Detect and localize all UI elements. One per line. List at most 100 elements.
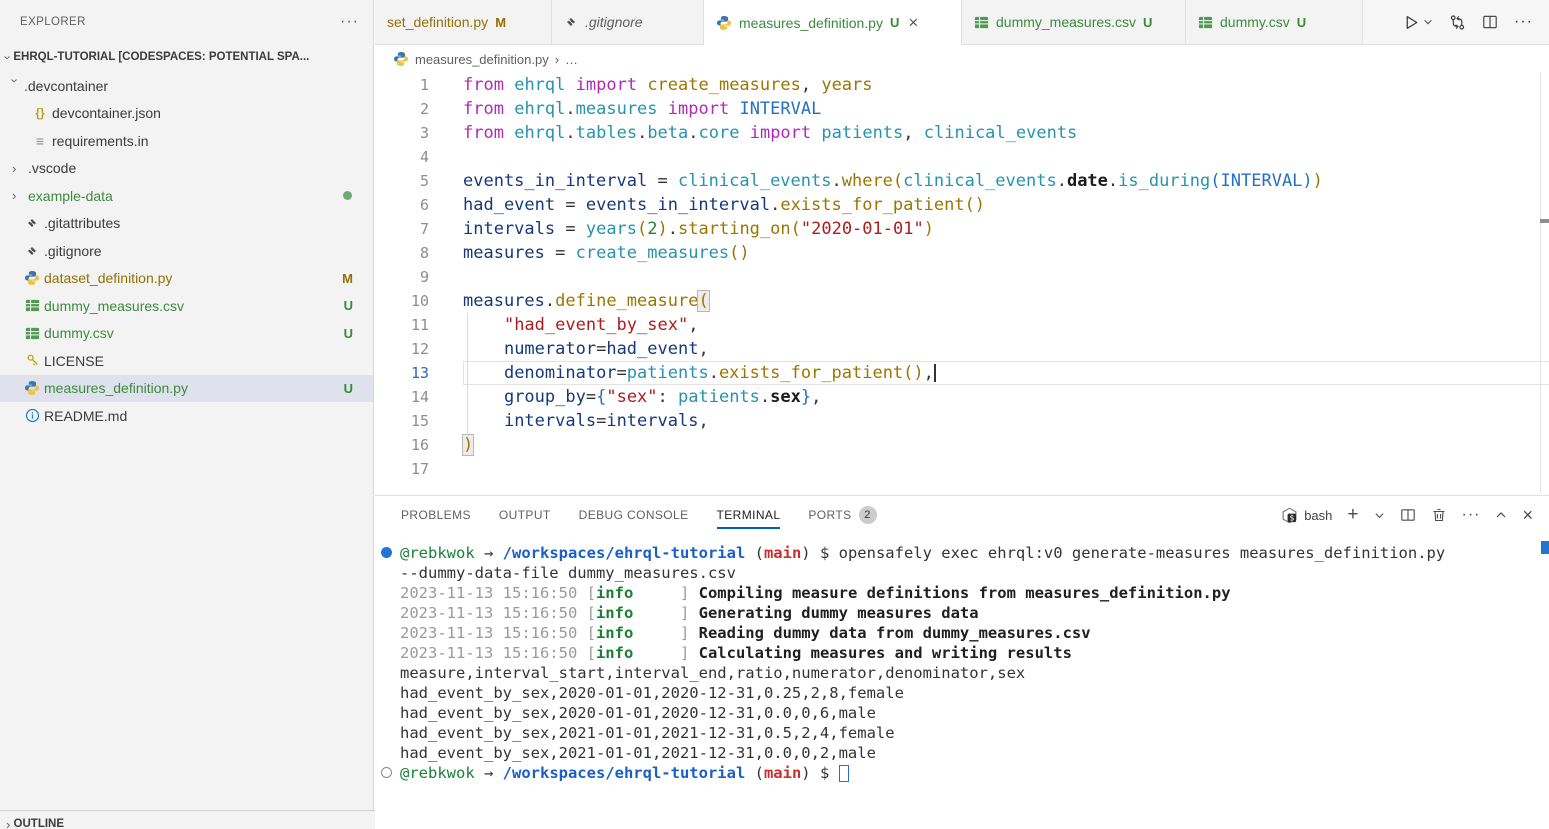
code-text: intervals = years(2).starting_on("2020-0… — [463, 217, 1549, 241]
code-line-5[interactable]: 5events_in_interval = clinical_events.wh… — [375, 169, 1549, 193]
tree-item--devcontainer[interactable]: ›.devcontainer — [0, 72, 373, 100]
tree-item-license[interactable]: LICENSE — [0, 347, 373, 375]
code-line-8[interactable]: 8 measures = create_measures() — [375, 241, 1549, 265]
code-line-10[interactable]: 10measures.define_measure( — [375, 289, 1549, 313]
panel-tab-terminal[interactable]: TERMINAL — [717, 496, 781, 534]
code-line-11[interactable]: 11 "had_event_by_sex", — [375, 313, 1549, 337]
close-tab-icon[interactable]: × — [908, 14, 918, 31]
tab-measures-definition-py[interactable]: measures_definition.pyU× — [704, 0, 962, 45]
tree-item-dummy-csv[interactable]: dummy.csvU — [0, 320, 373, 348]
panel-tab-label: OUTPUT — [499, 508, 551, 522]
editor-more-actions-icon[interactable]: ··· — [1514, 13, 1533, 31]
code-line-4[interactable]: 4 — [375, 145, 1549, 169]
chevron-down-icon[interactable]: › — [8, 79, 23, 93]
code-line-14[interactable]: 14 group_by={"sex": patients.sex}, — [375, 385, 1549, 409]
tab-git-status-badge: U — [1297, 15, 1306, 30]
tree-item-label: dummy_measures.csv — [44, 298, 184, 314]
terminal-line: --dummy-data-file dummy_measures.csv — [400, 563, 1549, 583]
line-number: 17 — [375, 457, 429, 481]
run-python-file-button[interactable] — [1403, 14, 1433, 31]
tree-item-label: .vscode — [28, 160, 76, 176]
editor-group: set_definition.py M .gitignoremeasures_def… — [375, 0, 1549, 829]
code-text: intervals=intervals, — [463, 409, 1549, 433]
git-compare-icon[interactable] — [1449, 14, 1466, 31]
tree-item-dummy-measures-csv[interactable]: dummy_measures.csv U — [0, 292, 373, 320]
git-status-badge: U — [344, 298, 353, 313]
terminal-launch-dropdown[interactable] — [1374, 510, 1385, 521]
code-text — [463, 265, 1549, 289]
panel-tab-debug-console[interactable]: DEBUG CONSOLE — [579, 496, 689, 534]
outline-section-header[interactable]: › OUTLINE — [0, 810, 380, 829]
line-number: 8 — [375, 241, 429, 265]
tree-item--gitattributes[interactable]: .gitattributes — [0, 210, 373, 238]
tree-item-devcontainer-json[interactable]: {}devcontainer.json — [0, 100, 373, 128]
panel-tab-label: TERMINAL — [717, 508, 781, 522]
tab-label: set_definition.py — [387, 14, 488, 30]
tab--gitignore[interactable]: .gitignore — [552, 0, 704, 45]
code-editor[interactable]: 1from ehrql import create_measures, year… — [375, 73, 1549, 493]
line-number: 2 — [375, 97, 429, 121]
explorer-sidebar: EXPLORER ··· › EHRQL-TUTORIAL [CODESPACE… — [0, 0, 374, 829]
code-line-15[interactable]: 15 intervals=intervals, — [375, 409, 1549, 433]
terminal-shell-label: bash — [1304, 508, 1332, 523]
tree-item-dataset-definition-py[interactable]: dataset_definition.py M — [0, 265, 373, 293]
code-line-16[interactable]: 16) — [375, 433, 1549, 457]
code-line-7[interactable]: 7intervals = years(2).starting_on("2020-… — [375, 217, 1549, 241]
terminal-line: had_event_by_sex,2020-01-01,2020-12-31,0… — [400, 703, 1549, 723]
git-status-badge: M — [342, 271, 353, 286]
code-line-17[interactable]: 17 — [375, 457, 1549, 481]
workspace-section-header[interactable]: › EHRQL-TUTORIAL [CODESPACES: POTENTIAL … — [0, 44, 373, 70]
panel-tab-output[interactable]: OUTPUT — [499, 496, 551, 534]
tree-item-label: devcontainer.json — [52, 105, 161, 121]
terminal-shell-item[interactable]: $ bash — [1281, 507, 1332, 524]
tab-dummy-measures-csv[interactable]: dummy_measures.csvU — [962, 0, 1186, 45]
code-text — [463, 145, 1549, 169]
tree-item-measures-definition-py[interactable]: measures_definition.pyU — [0, 375, 373, 403]
tab-dummy-csv[interactable]: dummy.csvU — [1186, 0, 1363, 45]
terminal-line: measure,interval_start,interval_end,rati… — [400, 663, 1549, 683]
code-line-9[interactable]: 9 — [375, 265, 1549, 289]
panel-more-actions-icon[interactable]: ··· — [1462, 506, 1481, 524]
tree-item--gitignore[interactable]: .gitignore — [0, 237, 373, 265]
code-line-6[interactable]: 6had_event = events_in_interval.exists_f… — [375, 193, 1549, 217]
tab-git-status-badge: M — [495, 15, 506, 30]
editor-scrollbar[interactable] — [1540, 73, 1541, 493]
code-line-1[interactable]: 1from ehrql import create_measures, year… — [375, 73, 1549, 97]
panel-tab-problems[interactable]: PROBLEMS — [401, 496, 471, 534]
maximize-panel-icon[interactable] — [1495, 509, 1507, 521]
code-line-13[interactable]: 13 denominator=patients.exists_for_patie… — [375, 361, 1549, 385]
csv-icon — [1198, 15, 1213, 30]
prompt-indicator-hollow — [381, 767, 392, 778]
terminal-line: had_event_by_sex,2021-01-01,2021-12-31,0… — [400, 743, 1549, 763]
code-line-12[interactable]: 12 numerator=had_event, — [375, 337, 1549, 361]
split-editor-icon[interactable] — [1482, 14, 1498, 30]
tree-item-label: dataset_definition.py — [44, 270, 172, 286]
breadcrumb[interactable]: measures_definition.py › … — [375, 45, 1549, 73]
terminal[interactable]: @rebkwok → /workspaces/ehrql-tutorial (m… — [375, 534, 1549, 829]
code-text: had_event = events_in_interval.exists_fo… — [463, 193, 1549, 217]
line-number: 1 — [375, 73, 429, 97]
split-terminal-icon[interactable] — [1400, 507, 1416, 523]
close-panel-icon[interactable]: × — [1522, 505, 1533, 526]
code-line-2[interactable]: 2from ehrql.measures import INTERVAL — [375, 97, 1549, 121]
explorer-title: EXPLORER — [20, 16, 86, 28]
panel-tab-ports[interactable]: PORTS2 — [808, 496, 876, 534]
key-icon — [22, 353, 42, 368]
new-terminal-button[interactable]: + — [1347, 504, 1358, 526]
tree-item-requirements-in[interactable]: ≡requirements.in — [0, 127, 373, 155]
terminal-line: @rebkwok → /workspaces/ehrql-tutorial (m… — [400, 543, 1549, 563]
tree-item--vscode[interactable]: ›.vscode — [0, 155, 373, 183]
kill-terminal-icon[interactable] — [1431, 507, 1447, 523]
code-line-3[interactable]: 3from ehrql.tables.beta.core import pati… — [375, 121, 1549, 145]
chevron-right-icon[interactable]: › — [12, 161, 26, 176]
chevron-right-icon[interactable]: › — [12, 188, 26, 203]
code-text: measures = create_measures() — [463, 241, 1549, 265]
explorer-more-icon[interactable]: ··· — [340, 13, 359, 31]
overview-ruler-mark — [1540, 219, 1549, 223]
breadcrumb-more[interactable]: … — [565, 52, 578, 67]
breadcrumb-file[interactable]: measures_definition.py — [415, 52, 549, 67]
outline-title: OUTLINE — [14, 818, 64, 829]
tree-item-readme-md[interactable]: README.md — [0, 402, 373, 430]
tree-item-example-data[interactable]: ›example-data — [0, 182, 373, 210]
tab-set-definition-py[interactable]: set_definition.py M — [375, 0, 552, 45]
